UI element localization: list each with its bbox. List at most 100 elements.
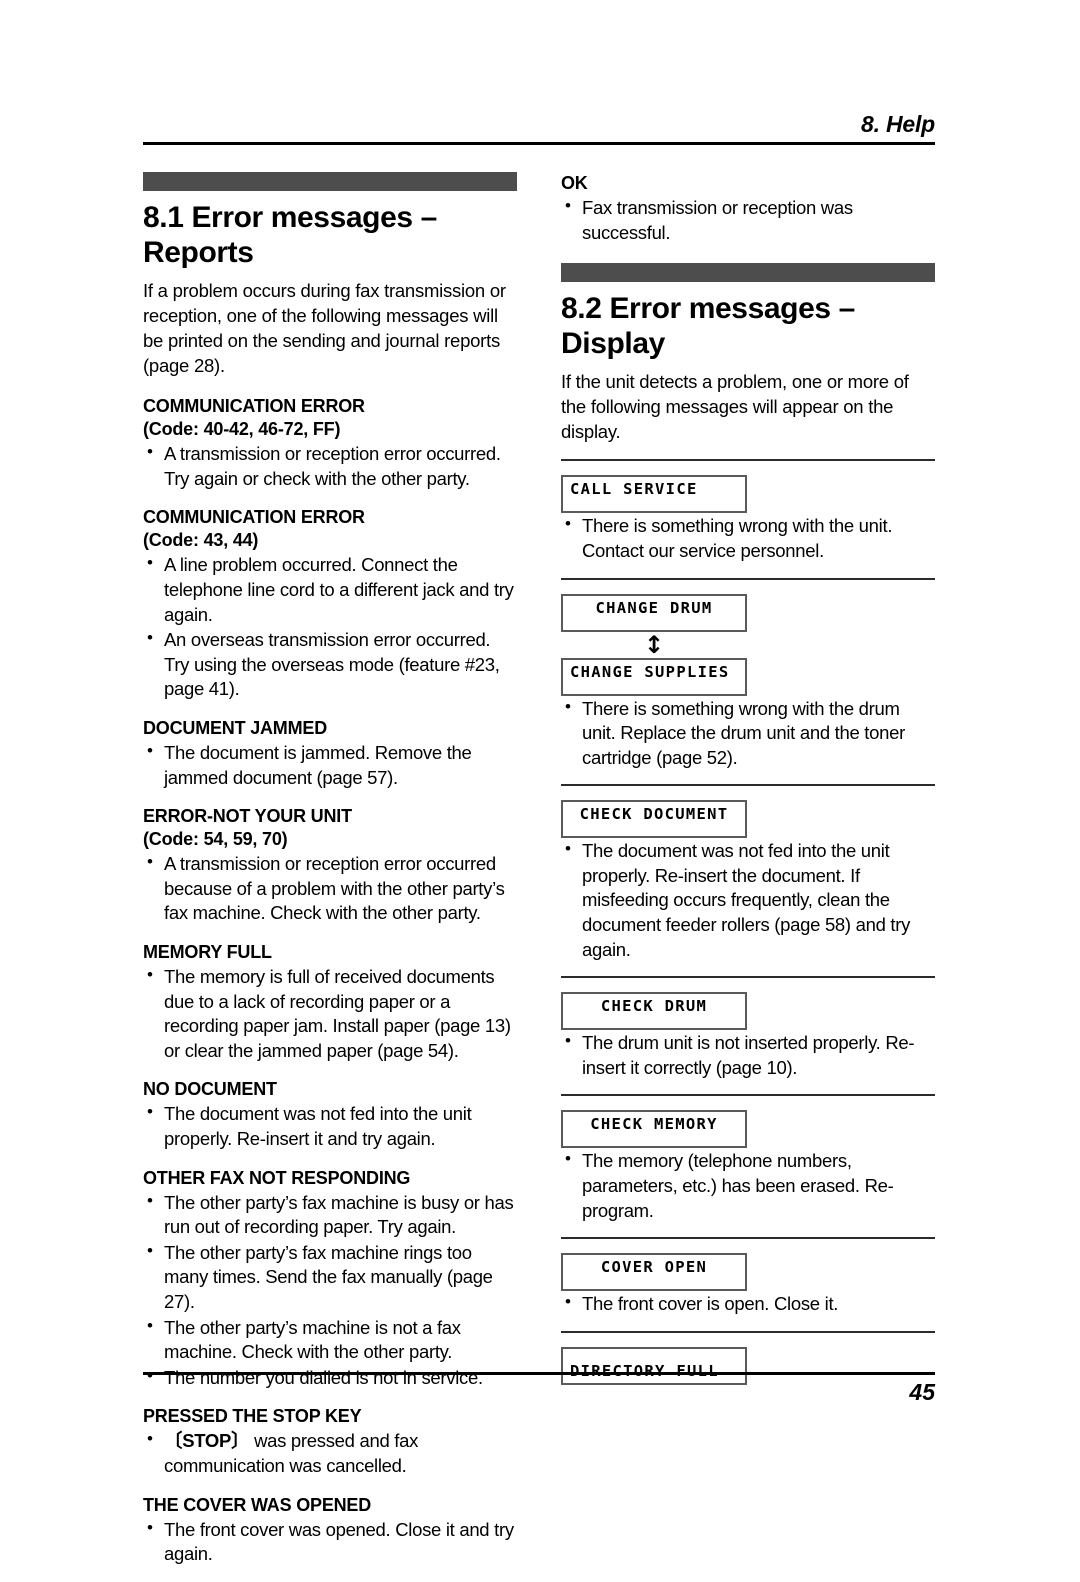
separator-rule xyxy=(561,1237,935,1240)
message-code: (Code: 40-42, 46-72, FF) xyxy=(143,419,341,440)
section-title-8-2: 8.2 Error messages – Display xyxy=(561,292,855,361)
message-code: (Code: 54, 59, 70) xyxy=(143,829,288,850)
message-bullets: The drum unit is not inserted properly. … xyxy=(561,1030,935,1080)
lcd-text: CHANGE SUPPLIES xyxy=(570,662,730,681)
bullet-item: There is something wrong with the unit. … xyxy=(561,513,935,563)
display-message-list: CALL SERVICE There is something wrong wi… xyxy=(561,459,935,1385)
bullet-item: A transmission or reception error occurr… xyxy=(143,441,517,491)
lcd-display-cover-open: COVER OPEN xyxy=(561,1253,747,1292)
message-name: OK xyxy=(561,173,588,193)
page-footer: 45 xyxy=(143,1372,935,1406)
lcd-text: CHANGE DRUM xyxy=(595,598,713,617)
bullet-item: There is something wrong with the drum u… xyxy=(561,696,935,771)
bullet-item: The front cover was opened. Close it and… xyxy=(143,1517,517,1567)
message-block: NO DOCUMENT The document was not fed int… xyxy=(143,1078,517,1151)
message-block: PRESSED THE STOP KEY 〔STOP〕 was pressed … xyxy=(143,1405,517,1478)
footer-rule xyxy=(143,1372,935,1375)
bullet-item: A line problem occurred. Connect the tel… xyxy=(143,552,517,627)
lcd-display-call-service: CALL SERVICE xyxy=(561,475,747,514)
bullet-item: The drum unit is not inserted properly. … xyxy=(561,1030,935,1080)
lcd-display-check-document: CHECK DOCUMENT xyxy=(561,800,747,839)
message-name: THE COVER WAS OPENED xyxy=(143,1494,372,1515)
message-name: DOCUMENT JAMMED xyxy=(143,717,327,738)
message-block: COMMUNICATION ERROR (Code: 43, 44) A lin… xyxy=(143,506,517,702)
page-number: 45 xyxy=(909,1379,935,1405)
message-bullets: A transmission or reception error occurr… xyxy=(143,441,517,491)
right-column: OK Fax transmission or reception was suc… xyxy=(561,172,935,1385)
section-title-8-1: 8.1 Error messages – Reports xyxy=(143,201,437,270)
message-block-ok: OK Fax transmission or reception was suc… xyxy=(561,172,935,245)
left-column: 8.1 Error messages – Reports If a proble… xyxy=(143,172,517,1582)
message-bullets: There is something wrong with the drum u… xyxy=(561,696,935,771)
message-block: THE COVER WAS OPENED The front cover was… xyxy=(143,1494,517,1567)
section-intro-8-1: If a problem occurs during fax transmiss… xyxy=(143,280,506,377)
bullet-item: The other party’s fax machine is busy or… xyxy=(143,1190,517,1240)
bullet-item: The other party’s fax machine rings too … xyxy=(143,1240,517,1315)
lcd-display-check-memory: CHECK MEMORY xyxy=(561,1110,747,1149)
separator-rule xyxy=(561,976,935,979)
message-block: ERROR-NOT YOUR UNIT (Code: 54, 59, 70) A… xyxy=(143,805,517,926)
message-block: DOCUMENT JAMMED The document is jammed. … xyxy=(143,717,517,790)
message-name: OTHER FAX NOT RESPONDING xyxy=(143,1167,411,1188)
bullet-item: The memory (telephone numbers, parameter… xyxy=(561,1148,935,1223)
section-bar-8-2 xyxy=(561,263,935,283)
stop-key-label: 〔STOP〕 xyxy=(164,1430,250,1452)
message-code: (Code: 43, 44) xyxy=(143,530,259,551)
message-name: PRESSED THE STOP KEY xyxy=(143,1406,362,1427)
header-rule xyxy=(143,142,935,146)
bullet-item: 〔STOP〕 was pressed and fax communication… xyxy=(143,1428,517,1478)
bullet-item: The document was not fed into the unit p… xyxy=(143,1101,517,1151)
display-message-block: CHECK DRUM The drum unit is not inserted… xyxy=(561,992,935,1080)
lcd-display-change-supplies: CHANGE SUPPLIES xyxy=(561,657,747,696)
message-bullets: Fax transmission or reception was succes… xyxy=(561,195,935,245)
bullet-item: The document was not fed into the unit p… xyxy=(561,838,935,962)
lcd-display-change-drum: CHANGE DRUM xyxy=(561,593,747,632)
message-bullets: The document was not fed into the unit p… xyxy=(561,838,935,962)
message-bullets: The document is jammed. Remove the jamme… xyxy=(143,740,517,790)
message-name: COMMUNICATION ERROR xyxy=(143,396,365,417)
running-header: 8. Help xyxy=(143,111,935,146)
lcd-text: CALL SERVICE xyxy=(570,480,698,499)
bullet-item: Fax transmission or reception was succes… xyxy=(561,195,935,245)
lcd-text: CHECK DOCUMENT xyxy=(579,805,729,824)
lcd-text: COVER OPEN xyxy=(600,1258,708,1277)
lcd-display-check-drum: CHECK DRUM xyxy=(561,992,747,1031)
separator-rule xyxy=(561,577,935,580)
separator-rule xyxy=(561,1094,935,1097)
message-name: COMMUNICATION ERROR xyxy=(143,507,365,528)
up-down-arrow-icon: ↕ xyxy=(643,630,665,659)
message-block: MEMORY FULL The memory is full of receiv… xyxy=(143,941,517,1063)
message-bullets: The memory is full of received documents… xyxy=(143,964,517,1063)
document-page: 8. Help 8.1 Error messages – Reports If … xyxy=(0,0,1080,1564)
section-bar-8-1 xyxy=(143,172,517,191)
bullet-item: The other party’s machine is not a fax m… xyxy=(143,1315,517,1365)
display-message-block: CALL SERVICE There is something wrong wi… xyxy=(561,475,935,563)
bullet-item: A transmission or reception error occurr… xyxy=(143,851,517,926)
message-bullets: 〔STOP〕 was pressed and fax communication… xyxy=(143,1428,517,1478)
message-block: OTHER FAX NOT RESPONDING The other party… xyxy=(143,1167,517,1391)
message-bullets: A line problem occurred. Connect the tel… xyxy=(143,552,517,702)
message-bullets: A transmission or reception error occurr… xyxy=(143,851,517,926)
lcd-text: CHECK DRUM xyxy=(600,997,708,1016)
display-message-block: CHECK DOCUMENT The document was not fed … xyxy=(561,800,935,962)
message-bullets: The other party’s fax machine is busy or… xyxy=(143,1190,517,1391)
message-name: NO DOCUMENT xyxy=(143,1079,277,1100)
message-block: COMMUNICATION ERROR (Code: 40-42, 46-72,… xyxy=(143,395,517,491)
bullet-item: The memory is full of received documents… xyxy=(143,964,517,1063)
display-message-block: CHANGE DRUM ↕ CHANGE SUPPLIES There is s… xyxy=(561,593,935,771)
message-name: ERROR-NOT YOUR UNIT xyxy=(143,806,352,827)
message-bullets: There is something wrong with the unit. … xyxy=(561,513,935,563)
separator-rule xyxy=(561,784,935,787)
section-intro-8-2: If the unit detects a problem, one or mo… xyxy=(561,371,909,443)
message-name: MEMORY FULL xyxy=(143,942,272,962)
bullet-item: The front cover is open. Close it. xyxy=(561,1291,935,1317)
message-bullets: The front cover is open. Close it. xyxy=(561,1291,935,1317)
chapter-title: 8. Help xyxy=(860,111,935,137)
display-message-block: CHECK MEMORY The memory (telephone numbe… xyxy=(561,1110,935,1223)
message-bullets: The front cover was opened. Close it and… xyxy=(143,1517,517,1567)
separator-rule xyxy=(561,459,935,462)
bullet-item: The document is jammed. Remove the jamme… xyxy=(143,740,517,790)
lcd-text: CHECK MEMORY xyxy=(590,1115,718,1134)
message-bullets: The memory (telephone numbers, parameter… xyxy=(561,1148,935,1223)
bullet-item: An overseas transmission error occurred.… xyxy=(143,627,517,702)
